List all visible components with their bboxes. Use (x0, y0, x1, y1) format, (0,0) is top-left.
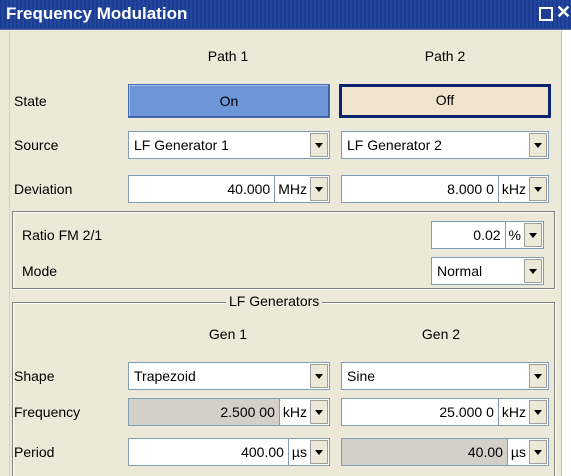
chevron-down-icon[interactable] (310, 364, 328, 388)
deviation-path2-value: 8.000 0 (447, 181, 494, 197)
column-header-gen1: Gen 1 (208, 326, 248, 342)
vertical-scrollbar[interactable] (561, 30, 571, 476)
chevron-down-icon[interactable] (524, 259, 542, 283)
shape-gen2-value: Sine (347, 368, 376, 384)
mode-label: Mode (22, 263, 58, 279)
frequency-gen2-unit-select[interactable]: kHz (497, 399, 548, 425)
chevron-down-icon[interactable] (529, 133, 547, 157)
ratio-field[interactable]: 0.02 % (431, 221, 544, 249)
source-path2-value: LF Generator 2 (347, 137, 442, 153)
source-path1-value: LF Generator 1 (134, 137, 229, 153)
source-label: Source (14, 137, 59, 153)
period-gen1-unit: µs (291, 444, 307, 460)
shape-gen2-select[interactable]: Sine (341, 362, 549, 390)
deviation-path1-unit-select[interactable]: MHz (274, 176, 329, 202)
state-label: State (14, 93, 47, 109)
period-gen1-value: 400.00 (241, 444, 284, 460)
chevron-down-icon[interactable] (524, 223, 542, 247)
period-gen2-field[interactable]: 40.00 µs (341, 438, 549, 466)
period-gen1-unit-select[interactable]: µs (287, 439, 329, 465)
chevron-down-icon[interactable] (529, 440, 547, 464)
frequency-gen1-unit: kHz (282, 404, 307, 420)
source-path1-select[interactable]: LF Generator 1 (128, 131, 330, 159)
frequency-gen1-unit-select[interactable]: kHz (278, 399, 329, 425)
period-gen1-field[interactable]: 400.00 µs (128, 438, 330, 466)
ratio-unit: % (508, 227, 521, 243)
period-label: Period (14, 444, 55, 460)
deviation-label: Deviation (14, 181, 73, 197)
column-header-gen2: Gen 2 (421, 326, 461, 342)
period-gen2-value: 40.00 (467, 444, 503, 460)
column-header-path2: Path 2 (424, 48, 466, 64)
frequency-gen1-field[interactable]: 2.500 00 kHz (128, 398, 330, 426)
mode-select[interactable]: Normal (431, 257, 544, 285)
deviation-path1-value: 40.000 (227, 181, 271, 197)
chevron-down-icon[interactable] (529, 400, 547, 424)
maximize-icon[interactable] (539, 7, 553, 21)
close-icon[interactable]: ✕ (556, 2, 571, 22)
frequency-gen2-unit: kHz (501, 404, 526, 420)
frequency-label: Frequency (14, 404, 81, 420)
chevron-down-icon[interactable] (310, 440, 328, 464)
frequency-gen2-value: 25.000 0 (439, 404, 494, 420)
deviation-path2-unit: kHz (501, 181, 526, 197)
chevron-down-icon[interactable] (310, 400, 328, 424)
chevron-down-icon[interactable] (310, 177, 328, 201)
shape-gen1-select[interactable]: Trapezoid (128, 362, 330, 390)
deviation-path1-field[interactable]: 40.000 MHz (128, 175, 330, 203)
frequency-gen2-field[interactable]: 25.000 0 kHz (341, 398, 549, 426)
deviation-path2-field[interactable]: 8.000 0 kHz (341, 175, 549, 203)
title-bar: Frequency Modulation ✕ (0, 0, 571, 30)
shape-gen1-value: Trapezoid (134, 368, 196, 384)
mode-value: Normal (437, 263, 483, 279)
frequency-modulation-window: Frequency Modulation ✕ Path 1 Path 2 Sta… (0, 0, 571, 476)
lf-generators-title: LF Generators (226, 293, 323, 309)
ratio-unit-select[interactable]: % (504, 222, 543, 248)
column-header-path1: Path 1 (207, 48, 249, 64)
frequency-gen1-value: 2.500 00 (220, 404, 275, 420)
chevron-down-icon[interactable] (310, 133, 328, 157)
state-path1-button[interactable]: On (128, 84, 330, 118)
period-gen2-unit: µs (510, 444, 526, 460)
state-path2-button[interactable]: Off (339, 84, 551, 118)
deviation-path2-unit-select[interactable]: kHz (497, 176, 548, 202)
source-path2-select[interactable]: LF Generator 2 (341, 131, 549, 159)
window-title: Frequency Modulation (6, 4, 188, 23)
ratio-label: Ratio FM 2/1 (22, 227, 103, 243)
chevron-down-icon[interactable] (529, 177, 547, 201)
ratio-value: 0.02 (473, 227, 501, 243)
shape-label: Shape (14, 368, 55, 384)
left-border (0, 30, 10, 476)
period-gen2-unit-select[interactable]: µs (506, 439, 548, 465)
deviation-path1-unit: MHz (278, 181, 307, 197)
chevron-down-icon[interactable] (529, 364, 547, 388)
